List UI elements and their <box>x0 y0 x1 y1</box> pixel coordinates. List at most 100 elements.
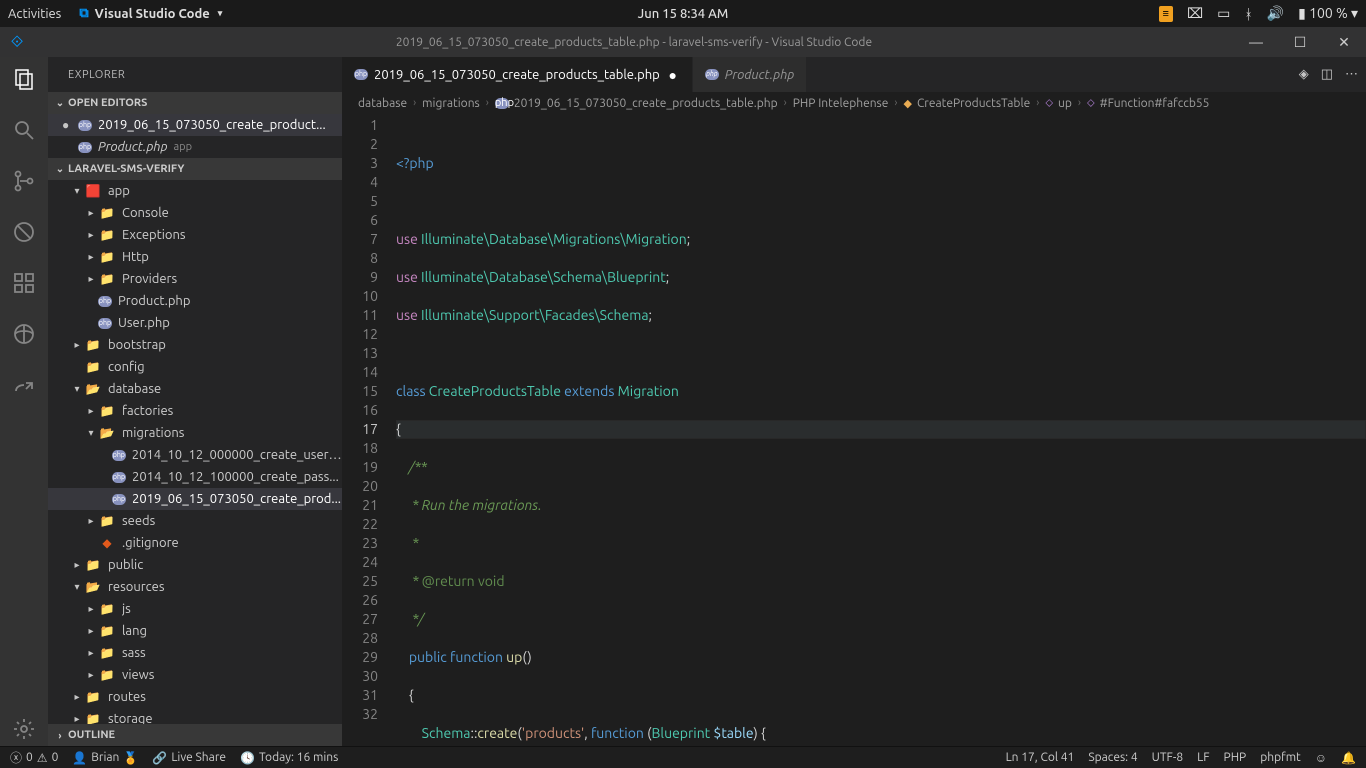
breadcrumb-item[interactable]: PHP Intelephense <box>793 97 889 110</box>
tab-label: 2019_06_15_073050_create_products_table.… <box>374 68 660 82</box>
chevron-icon: ▾ <box>84 427 98 439</box>
project-section-header[interactable]: ⌄ LARAVEL-SMS-VERIFY <box>48 158 342 180</box>
open-editor-item[interactable]: php Product.php app <box>48 136 342 158</box>
volume-icon[interactable]: 🔊 <box>1267 5 1284 22</box>
breadcrumb-item[interactable]: database <box>358 97 407 110</box>
warning-count: 0 <box>52 751 59 764</box>
file-tree-item[interactable]: phpProduct.php <box>48 290 342 312</box>
debug-activity-icon[interactable] <box>12 220 36 249</box>
file-tree-item[interactable]: ▸📁views <box>48 664 342 686</box>
tree-item-label: Console <box>122 206 169 220</box>
editor-tab[interactable]: php Product.php <box>693 57 808 92</box>
status-formatter[interactable]: phpfmt <box>1260 751 1301 764</box>
screen-icon[interactable]: ▭ <box>1217 5 1230 22</box>
window-minimize-button[interactable]: — <box>1234 34 1278 50</box>
chevron-icon: ▸ <box>70 713 84 724</box>
section-label: OUTLINE <box>68 729 115 741</box>
outline-section-header[interactable]: › OUTLINE <box>48 724 342 746</box>
editor-tab[interactable]: php 2019_06_15_073050_create_products_ta… <box>342 57 693 92</box>
open-editor-item[interactable]: ● php 2019_06_15_073050_create_product..… <box>48 114 342 136</box>
search-activity-icon[interactable] <box>12 118 36 147</box>
file-tree-item[interactable]: ▾📂migrations <box>48 422 342 444</box>
git-icon: ◆ <box>98 536 116 550</box>
status-feedback-icon[interactable]: ☺ <box>1315 751 1327 765</box>
explorer-activity-icon[interactable] <box>12 67 36 96</box>
status-eol[interactable]: LF <box>1197 751 1209 764</box>
settings-activity-icon[interactable] <box>12 717 36 746</box>
folderviews-icon: 📁 <box>98 668 116 682</box>
gnome-current-app[interactable]: ⧉ Visual Studio Code ▾ <box>79 6 222 21</box>
error-count: 0 <box>26 751 33 764</box>
file-tree-item[interactable]: php2014_10_12_100000_create_pass... <box>48 466 342 488</box>
keyboard-icon[interactable]: ⌧ <box>1187 5 1203 22</box>
file-tree-item[interactable]: ▸📁bootstrap <box>48 334 342 356</box>
split-editor-icon[interactable]: ◫ <box>1321 67 1333 82</box>
file-tree-item[interactable]: ▸📁Exceptions <box>48 224 342 246</box>
status-encoding[interactable]: UTF-8 <box>1152 751 1183 764</box>
file-tree-item[interactable]: ▾📂database <box>48 378 342 400</box>
extensions-activity-icon[interactable] <box>12 271 36 300</box>
file-tree-item[interactable]: ▾📂resources <box>48 576 342 598</box>
file-tree-item[interactable]: 📁config <box>48 356 342 378</box>
remote-activity-icon[interactable] <box>12 322 36 351</box>
breadcrumb-item[interactable]: #Function#fafccb55 <box>1100 97 1210 110</box>
breadcrumb-item[interactable]: up <box>1058 97 1072 110</box>
open-editors-section-header[interactable]: ⌄ OPEN EDITORS <box>48 92 342 114</box>
chevron-icon: ▸ <box>84 207 98 219</box>
battery-icon[interactable]: ▮ 100 % ▾ <box>1298 5 1358 22</box>
status-liveshare[interactable]: 🔗Live Share <box>152 751 226 765</box>
file-tree-item[interactable]: ▸📁sass <box>48 642 342 664</box>
bluetooth-icon[interactable]: ᚼ <box>1244 6 1252 22</box>
file-tree-item[interactable]: ▸📁factories <box>48 400 342 422</box>
file-tree-item[interactable]: php2019_06_15_073050_create_prod... <box>48 488 342 510</box>
breadcrumbs[interactable]: database› migrations› php2019_06_15_0730… <box>342 92 1366 114</box>
status-language[interactable]: PHP <box>1224 751 1247 764</box>
section-label: OPEN EDITORS <box>68 97 147 109</box>
tree-item-label: 2019_06_15_073050_create_prod... <box>132 492 341 506</box>
file-tree-item[interactable]: ▸📁storage <box>48 708 342 724</box>
file-tree-item[interactable]: phpUser.php <box>48 312 342 334</box>
window-maximize-button[interactable]: ☐ <box>1278 34 1322 51</box>
tree-item-label: 2014_10_12_000000_create_users... <box>132 448 342 462</box>
file-tree-item[interactable]: ▸📁Console <box>48 202 342 224</box>
file-tree-item[interactable]: ▸📁routes <box>48 686 342 708</box>
code-lines[interactable]: <?php use Illuminate\Database\Migrations… <box>396 114 1366 746</box>
file-tree-item[interactable]: ▸📁lang <box>48 620 342 642</box>
status-wakatime[interactable]: 🕓Today: 16 mins <box>240 751 338 765</box>
file-tree-item[interactable]: ▾🟥app <box>48 180 342 202</box>
window-close-button[interactable]: ✕ <box>1322 34 1366 51</box>
status-bell-icon[interactable]: 🔔 <box>1341 751 1356 765</box>
php-icon: php <box>98 318 112 329</box>
tree-item-label: migrations <box>122 426 184 440</box>
file-tree-item[interactable]: php 2014_10_12_000000_create_users... <box>48 444 342 466</box>
file-tree-item[interactable]: ◆.gitignore <box>48 532 342 554</box>
tree-item-label: lang <box>122 624 147 638</box>
code-editor[interactable]: 1234567891011121314151617181920212223242… <box>342 114 1366 746</box>
more-actions-icon[interactable]: ⋯ <box>1345 67 1358 82</box>
gnome-activities[interactable]: Activities <box>8 7 61 21</box>
file-tree-item[interactable]: ▸📁Http <box>48 246 342 268</box>
breadcrumb-item[interactable]: CreateProductsTable <box>917 97 1030 110</box>
breadcrumb-item[interactable]: 2019_06_15_073050_create_products_table.… <box>514 97 778 110</box>
php-icon: php <box>112 450 126 461</box>
gnome-clock[interactable]: Jun 15 8:34 AM <box>638 7 729 21</box>
status-user[interactable]: 👤Brian 🏅 <box>72 751 138 765</box>
tree-item-label: resources <box>108 580 165 594</box>
file-tree-item[interactable]: ▸📁Providers <box>48 268 342 290</box>
folder-open-icon: 📂 <box>84 382 102 396</box>
file-tree-item[interactable]: ▸📁public <box>48 554 342 576</box>
tab-dirty-icon[interactable]: ● <box>666 67 680 83</box>
status-problems[interactable]: ⓧ 0 ⚠ 0 <box>10 749 58 766</box>
file-tree-item[interactable]: ▸📁seeds <box>48 510 342 532</box>
folder-icon: 📁 <box>84 338 102 352</box>
status-indentation[interactable]: Spaces: 4 <box>1088 751 1137 764</box>
indicator-icon[interactable]: ≡ <box>1159 6 1173 22</box>
liveshare-activity-icon[interactable] <box>12 373 36 402</box>
open-editor-label: Product.php <box>98 140 168 154</box>
scm-activity-icon[interactable] <box>12 169 36 198</box>
dirty-indicator-icon: ● <box>62 118 78 132</box>
breadcrumb-item[interactable]: migrations <box>422 97 480 110</box>
file-tree-item[interactable]: ▸📁js <box>48 598 342 620</box>
compare-changes-icon[interactable]: ◈ <box>1299 67 1309 82</box>
status-cursor-pos[interactable]: Ln 17, Col 41 <box>1006 751 1075 764</box>
